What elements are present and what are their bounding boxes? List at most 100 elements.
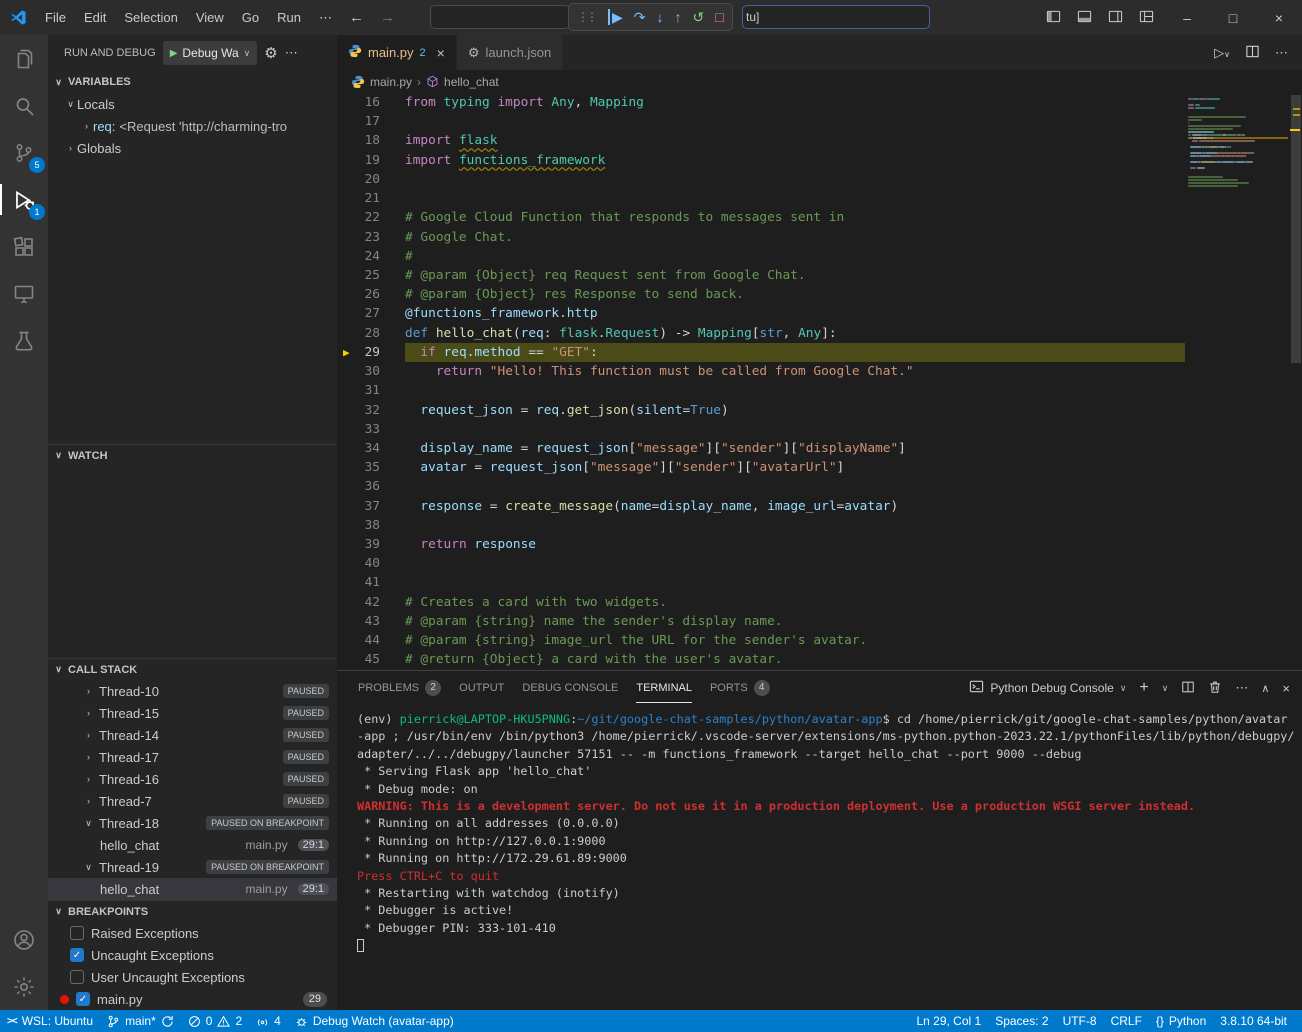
line-number[interactable]: 42: [337, 593, 405, 612]
code-line[interactable]: 45# @return {Object} a card with the use…: [337, 650, 1185, 669]
callstack-row[interactable]: ∨Thread-19PAUSED ON BREAKPOINT: [48, 856, 337, 878]
menu-more[interactable]: ⋯: [310, 0, 341, 35]
code-line[interactable]: 17: [337, 112, 1185, 131]
activity-account-icon[interactable]: [0, 916, 48, 963]
activity-source-control-icon[interactable]: 5: [0, 129, 48, 176]
activity-remote-explorer-icon[interactable]: [0, 270, 48, 317]
breakpoint-row[interactable]: Raised Exceptions: [48, 922, 337, 944]
breakpoint-checkbox[interactable]: ✓: [76, 992, 90, 1006]
code-line[interactable]: 21: [337, 189, 1185, 208]
line-number[interactable]: 22: [337, 208, 405, 227]
code-line[interactable]: 19import functions_framework: [337, 151, 1185, 170]
terminal[interactable]: (env) pierrick@LAPTOP-HKU5PNNG:~/git/goo…: [337, 705, 1302, 1010]
code-line[interactable]: 22# Google Cloud Function that responds …: [337, 208, 1185, 227]
line-number[interactable]: 17: [337, 112, 405, 131]
chevron-right-icon[interactable]: ›: [82, 796, 95, 806]
line-number[interactable]: 44: [337, 631, 405, 650]
line-number[interactable]: 26: [337, 285, 405, 304]
variables-row[interactable]: ›req:<Request 'http://charming-tro: [48, 115, 337, 137]
chevron-down-icon[interactable]: ∨: [82, 818, 95, 829]
chevron-down-icon[interactable]: ∨: [82, 862, 95, 873]
code-line[interactable]: 40: [337, 554, 1185, 573]
back-arrow-icon[interactable]: ←: [349, 9, 364, 26]
window-title-box[interactable]: tu]: [742, 5, 930, 29]
panel-tab-ports[interactable]: PORTS4: [701, 671, 779, 705]
line-number[interactable]: 28: [337, 324, 405, 343]
code-line[interactable]: 36: [337, 477, 1185, 496]
code-line[interactable]: 37 response = create_message(name=displa…: [337, 497, 1185, 516]
editor-scrollbar[interactable]: [1290, 93, 1302, 670]
code-line[interactable]: 20: [337, 170, 1185, 189]
callstack-row[interactable]: ›Thread-10PAUSED: [48, 680, 337, 702]
callstack-row[interactable]: ›Thread-14PAUSED: [48, 724, 337, 746]
line-number[interactable]: 30: [337, 362, 405, 381]
code-line[interactable]: 18import flask: [337, 131, 1185, 150]
line-number[interactable]: 27: [337, 304, 405, 323]
menu-file[interactable]: File: [36, 0, 75, 35]
editor-more-actions-icon[interactable]: ⋯: [1275, 45, 1288, 61]
code-line[interactable]: 32 request_json = req.get_json(silent=Tr…: [337, 401, 1185, 420]
callstack-row[interactable]: ∨Thread-18PAUSED ON BREAKPOINT: [48, 812, 337, 834]
split-terminal-icon[interactable]: [1181, 680, 1195, 697]
status-cursor-position[interactable]: Ln 29, Col 1: [909, 1010, 988, 1032]
stop-button[interactable]: □: [715, 10, 723, 24]
scrollbar-thumb[interactable]: [1291, 95, 1301, 363]
panel-more-actions-icon[interactable]: ⋯: [1235, 680, 1248, 696]
panel-tab-problems[interactable]: PROBLEMS2: [349, 671, 450, 705]
breakpoint-checkbox[interactable]: [70, 970, 84, 984]
line-number[interactable]: 43: [337, 612, 405, 631]
drag-handle-icon[interactable]: ⋮⋮: [577, 10, 595, 24]
debug-config-dropdown[interactable]: ▶ Debug Wa ∨: [163, 41, 258, 65]
menu-run[interactable]: Run: [268, 0, 310, 35]
code-line[interactable]: 39 return response: [337, 535, 1185, 554]
code-line[interactable]: 35 avatar = request_json["message"]["sen…: [337, 458, 1185, 477]
step-over-button[interactable]: ↷: [634, 10, 646, 24]
code-line[interactable]: 42# Creates a card with two widgets.: [337, 593, 1185, 612]
remote-indicator[interactable]: ><WSL: Ubuntu: [0, 1010, 100, 1032]
status-interpreter[interactable]: 3.8.10 64-bit: [1213, 1010, 1294, 1032]
forwarded-ports-status[interactable]: 4: [249, 1010, 288, 1032]
line-number[interactable]: 24: [337, 247, 405, 266]
line-number[interactable]: 19: [337, 151, 405, 170]
line-number[interactable]: 21: [337, 189, 405, 208]
code-line[interactable]: 41: [337, 573, 1185, 592]
menu-edit[interactable]: Edit: [75, 0, 115, 35]
breakpoints-section-header[interactable]: ∨ BREAKPOINTS: [48, 900, 337, 922]
debug-gear-icon[interactable]: ⚙: [264, 44, 277, 62]
chevron-down-icon[interactable]: ∨: [64, 99, 77, 110]
line-number[interactable]: 41: [337, 573, 405, 592]
chevron-right-icon[interactable]: ›: [64, 143, 77, 153]
line-number[interactable]: 25: [337, 266, 405, 285]
command-center-search[interactable]: [430, 5, 570, 29]
breadcrumb-item[interactable]: hello_chat: [444, 75, 499, 89]
tab-main.py[interactable]: main.py2×: [337, 35, 457, 70]
line-number[interactable]: 20: [337, 170, 405, 189]
git-branch-status[interactable]: main*: [100, 1010, 181, 1032]
variables-row[interactable]: ∨Locals: [48, 93, 337, 115]
line-number[interactable]: 40: [337, 554, 405, 573]
line-number[interactable]: 45: [337, 650, 405, 669]
code-line[interactable]: 43# @param {string} name the sender's di…: [337, 612, 1185, 631]
watch-section-header[interactable]: ∨ WATCH: [48, 444, 337, 466]
callstack-row[interactable]: hello_chatmain.py29:1: [48, 834, 337, 856]
maximize-panel-icon[interactable]: ∧: [1261, 682, 1269, 695]
breakpoint-checkbox[interactable]: [70, 926, 84, 940]
variables-row[interactable]: ›Globals: [48, 137, 337, 159]
tab-launch.json[interactable]: ⚙launch.json: [457, 35, 563, 70]
activity-testing-icon[interactable]: [0, 317, 48, 364]
code-line[interactable]: 16from typing import Any, Mapping: [337, 93, 1185, 112]
status-indentation[interactable]: Spaces: 2: [988, 1010, 1055, 1032]
line-number[interactable]: 35: [337, 458, 405, 477]
breakpoint-row[interactable]: User Uncaught Exceptions: [48, 966, 337, 988]
kill-terminal-icon[interactable]: [1208, 680, 1222, 697]
minimize-button[interactable]: –: [1164, 0, 1210, 35]
activity-extensions-icon[interactable]: [0, 223, 48, 270]
callstack-row[interactable]: ›Thread-17PAUSED: [48, 746, 337, 768]
toggle-sidebar-icon[interactable]: [1046, 9, 1061, 27]
code-line[interactable]: 31: [337, 381, 1185, 400]
code-line[interactable]: 30 return "Hello! This function must be …: [337, 362, 1185, 381]
panel-tab-terminal[interactable]: TERMINAL: [627, 671, 701, 705]
line-number[interactable]: 37: [337, 497, 405, 516]
breadcrumb-item[interactable]: main.py: [370, 75, 412, 89]
callstack-row[interactable]: hello_chatmain.py29:1: [48, 878, 337, 900]
